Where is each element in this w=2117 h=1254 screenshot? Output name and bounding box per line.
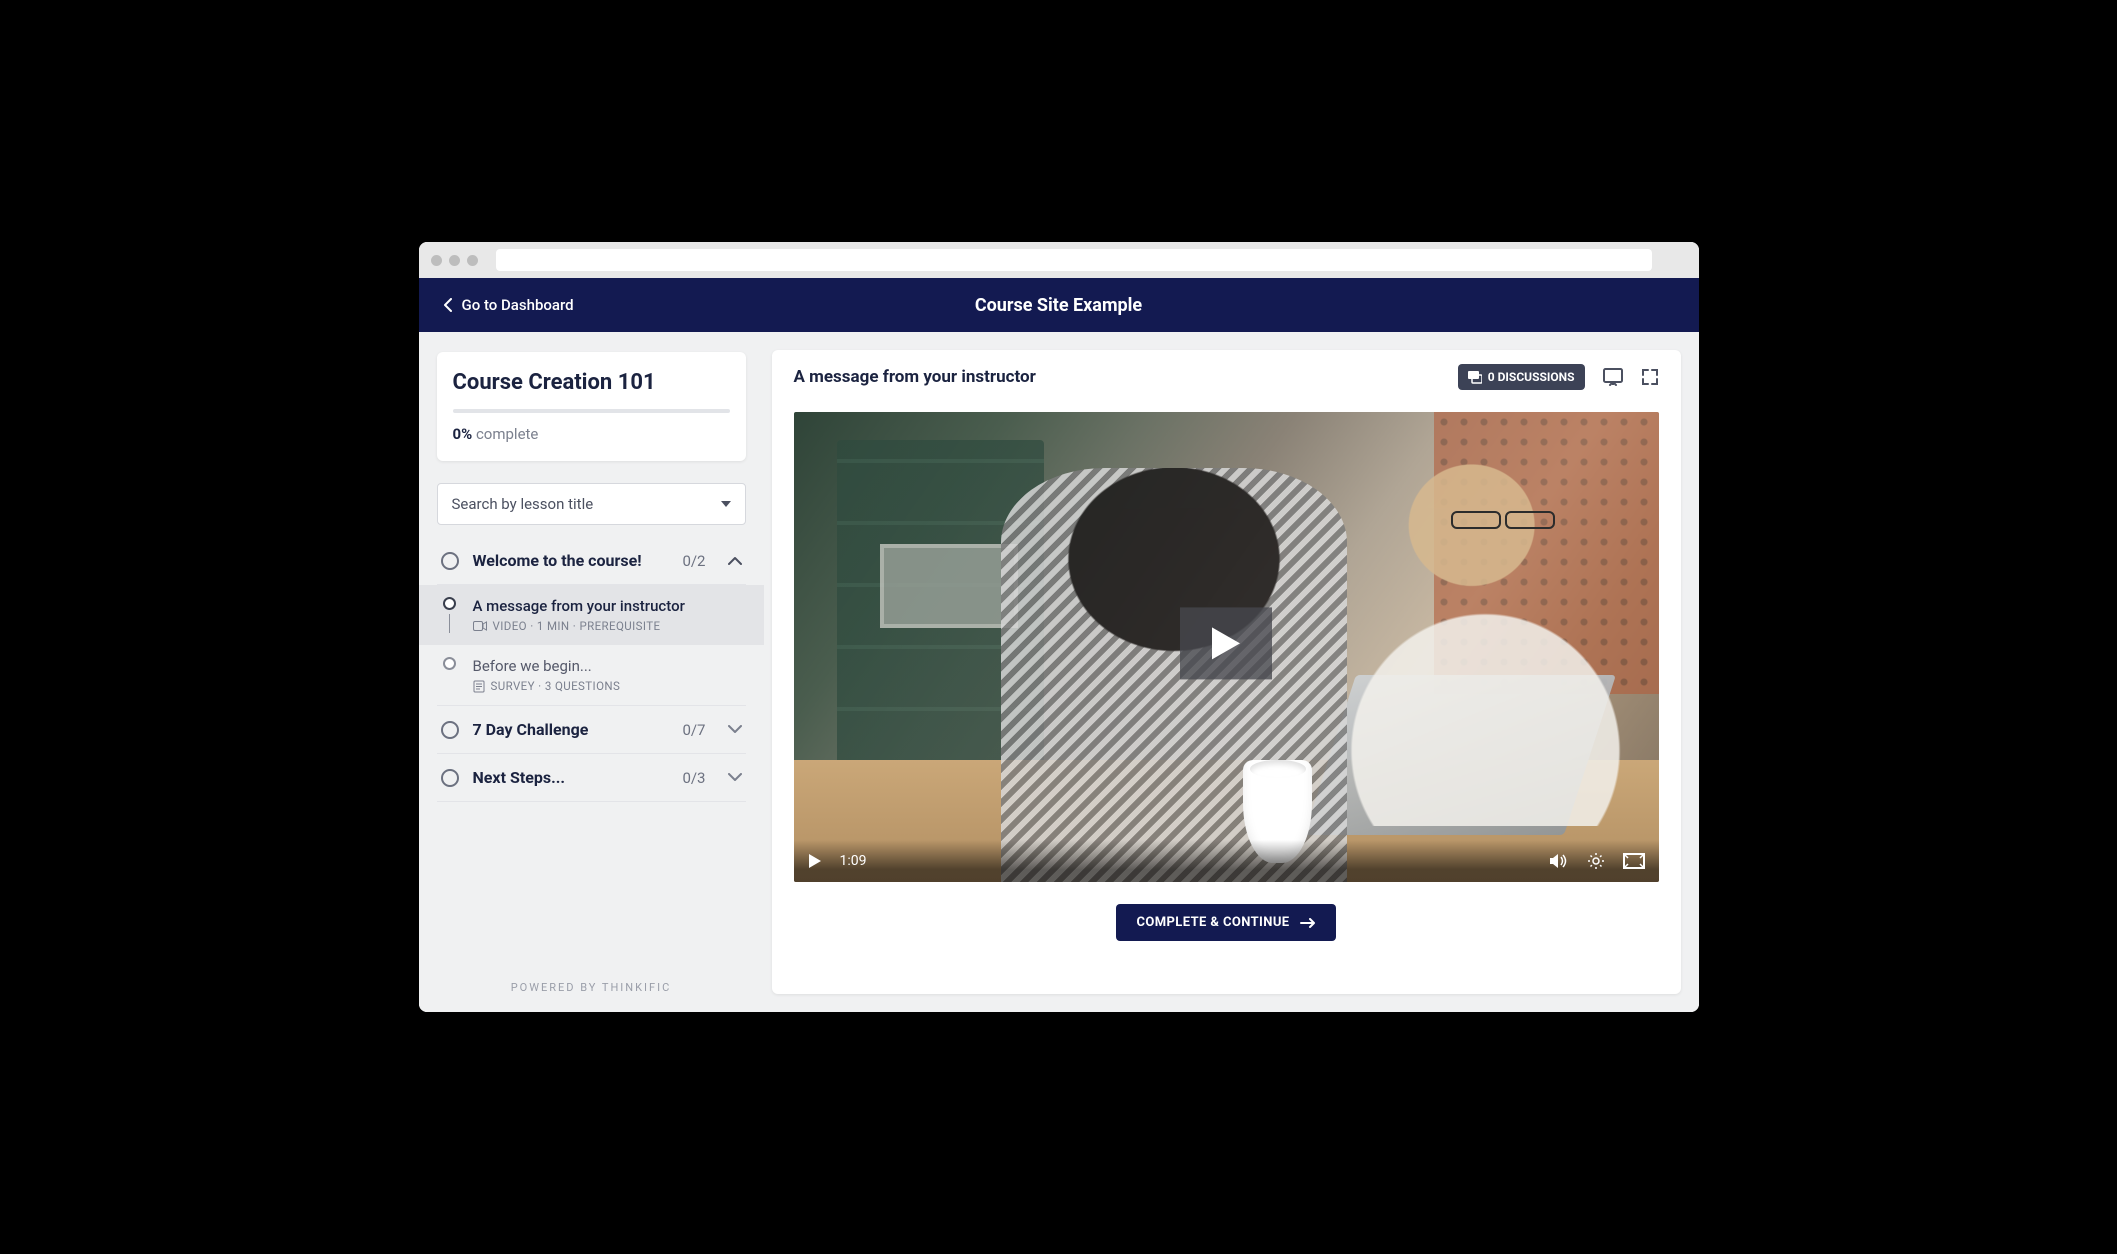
lesson-meta: SURVEY · 3 QUESTIONS — [473, 679, 742, 693]
search-placeholder: Search by lesson title — [452, 495, 594, 513]
lesson-title: Before we begin... — [473, 657, 742, 675]
app-body: Course Creation 101 0% complete Search b… — [419, 332, 1699, 1012]
sidebar: Course Creation 101 0% complete Search b… — [419, 332, 764, 1012]
chapter-row-7-day-challenge[interactable]: 7 Day Challenge 0/7 — [437, 706, 746, 754]
course-progress-card: Course Creation 101 0% complete — [437, 352, 746, 461]
play-small-icon — [808, 853, 822, 869]
url-bar[interactable] — [496, 249, 1652, 271]
lesson-content-card: A message from your instructor 0 DISCUSS… — [772, 350, 1681, 994]
play-button[interactable] — [808, 853, 822, 869]
lesson-meta-text: VIDEO · 1 MIN · PREREQUISITE — [493, 619, 661, 633]
top-nav: Go to Dashboard Course Site Example — [419, 278, 1699, 332]
chevron-down-icon — [728, 773, 742, 782]
traffic-light-close[interactable] — [431, 255, 442, 266]
traffic-light-zoom[interactable] — [467, 255, 478, 266]
gear-icon — [1587, 852, 1605, 870]
lesson-row-before-we-begin[interactable]: Before we begin... SURVEY · 3 QUESTIONS — [437, 645, 746, 705]
chapter-progress-circle — [441, 769, 459, 787]
chapter-row-next-steps[interactable]: Next Steps... 0/3 — [437, 754, 746, 802]
lesson-list: A message from your instructor VIDEO · 1… — [437, 585, 746, 706]
fullscreen-button[interactable] — [1641, 368, 1659, 386]
chevron-down-icon — [728, 725, 742, 734]
lesson-meta: VIDEO · 1 MIN · PREREQUISITE — [473, 619, 742, 633]
course-title: Course Creation 101 — [453, 370, 730, 395]
popout-icon — [1603, 368, 1623, 386]
site-title: Course Site Example — [975, 295, 1142, 316]
chapter-count: 0/3 — [682, 769, 705, 787]
survey-icon — [473, 680, 485, 693]
traffic-light-minimize[interactable] — [449, 255, 460, 266]
settings-button[interactable] — [1587, 852, 1605, 870]
content-header: A message from your instructor 0 DISCUSS… — [772, 350, 1681, 400]
progress-percent: 0% — [453, 425, 473, 443]
traffic-lights — [431, 255, 478, 266]
arrow-right-icon — [1300, 918, 1316, 928]
video-player[interactable]: 1:09 — [794, 412, 1659, 882]
video-time: 1:09 — [840, 853, 867, 869]
chapter-title: Welcome to the course! — [473, 551, 669, 570]
caret-down-icon — [721, 501, 731, 507]
dashboard-link-label: Go to Dashboard — [462, 296, 574, 314]
cta-row: COMPLETE & CONTINUE — [772, 882, 1681, 941]
header-actions: 0 DISCUSSIONS — [1458, 364, 1659, 390]
complete-label: COMPLETE & CONTINUE — [1136, 915, 1289, 930]
play-icon — [1210, 625, 1242, 661]
go-to-dashboard-link[interactable]: Go to Dashboard — [443, 296, 574, 314]
lesson-meta-text: SURVEY · 3 QUESTIONS — [491, 679, 621, 693]
lesson-progress-circle — [443, 597, 456, 610]
expand-icon — [1641, 368, 1659, 386]
lesson-heading: A message from your instructor — [794, 367, 1036, 387]
chat-icon — [1468, 371, 1482, 384]
lesson-body: Before we begin... SURVEY · 3 QUESTIONS — [473, 657, 742, 693]
play-overlay-button[interactable] — [1180, 607, 1272, 679]
search-lessons-select[interactable]: Search by lesson title — [437, 483, 746, 525]
complete-continue-button[interactable]: COMPLETE & CONTINUE — [1116, 904, 1335, 941]
progress-text: 0% complete — [453, 425, 730, 443]
lesson-body: A message from your instructor VIDEO · 1… — [473, 597, 742, 633]
chapter-title: 7 Day Challenge — [473, 720, 669, 739]
video-controls: 1:09 — [794, 840, 1659, 882]
browser-chrome — [419, 242, 1699, 278]
volume-icon — [1549, 853, 1569, 869]
main-content: A message from your instructor 0 DISCUSS… — [764, 332, 1699, 1012]
chapter-title: Next Steps... — [473, 768, 669, 787]
lesson-progress-circle — [443, 657, 456, 670]
chapter-progress-circle — [441, 721, 459, 739]
lesson-connector — [449, 614, 450, 633]
progress-word: complete — [476, 425, 538, 443]
chapter-progress-circle — [441, 552, 459, 570]
discussions-button[interactable]: 0 DISCUSSIONS — [1458, 364, 1585, 390]
chevron-left-icon — [443, 298, 452, 312]
chevron-up-icon — [728, 556, 742, 565]
theater-icon — [1623, 853, 1645, 869]
lesson-progress-col — [441, 597, 459, 633]
lesson-row-instructor-message[interactable]: A message from your instructor VIDEO · 1… — [419, 585, 764, 645]
popout-button[interactable] — [1603, 368, 1623, 386]
chapter-row-welcome[interactable]: Welcome to the course! 0/2 — [437, 537, 746, 585]
theater-button[interactable] — [1623, 853, 1645, 869]
lesson-title: A message from your instructor — [473, 597, 742, 615]
discussions-label: 0 DISCUSSIONS — [1488, 370, 1575, 384]
volume-button[interactable] — [1549, 853, 1569, 869]
chapter-list: Welcome to the course! 0/2 A message fro… — [437, 537, 746, 957]
chapter-count: 0/7 — [682, 721, 705, 739]
progress-bar — [453, 409, 730, 413]
chapter-count: 0/2 — [682, 552, 705, 570]
lesson-progress-col — [441, 657, 459, 693]
video-icon — [473, 621, 487, 631]
browser-window: Go to Dashboard Course Site Example Cour… — [419, 242, 1699, 1012]
powered-by-footer: POWERED BY THINKIFIC — [437, 957, 746, 1012]
